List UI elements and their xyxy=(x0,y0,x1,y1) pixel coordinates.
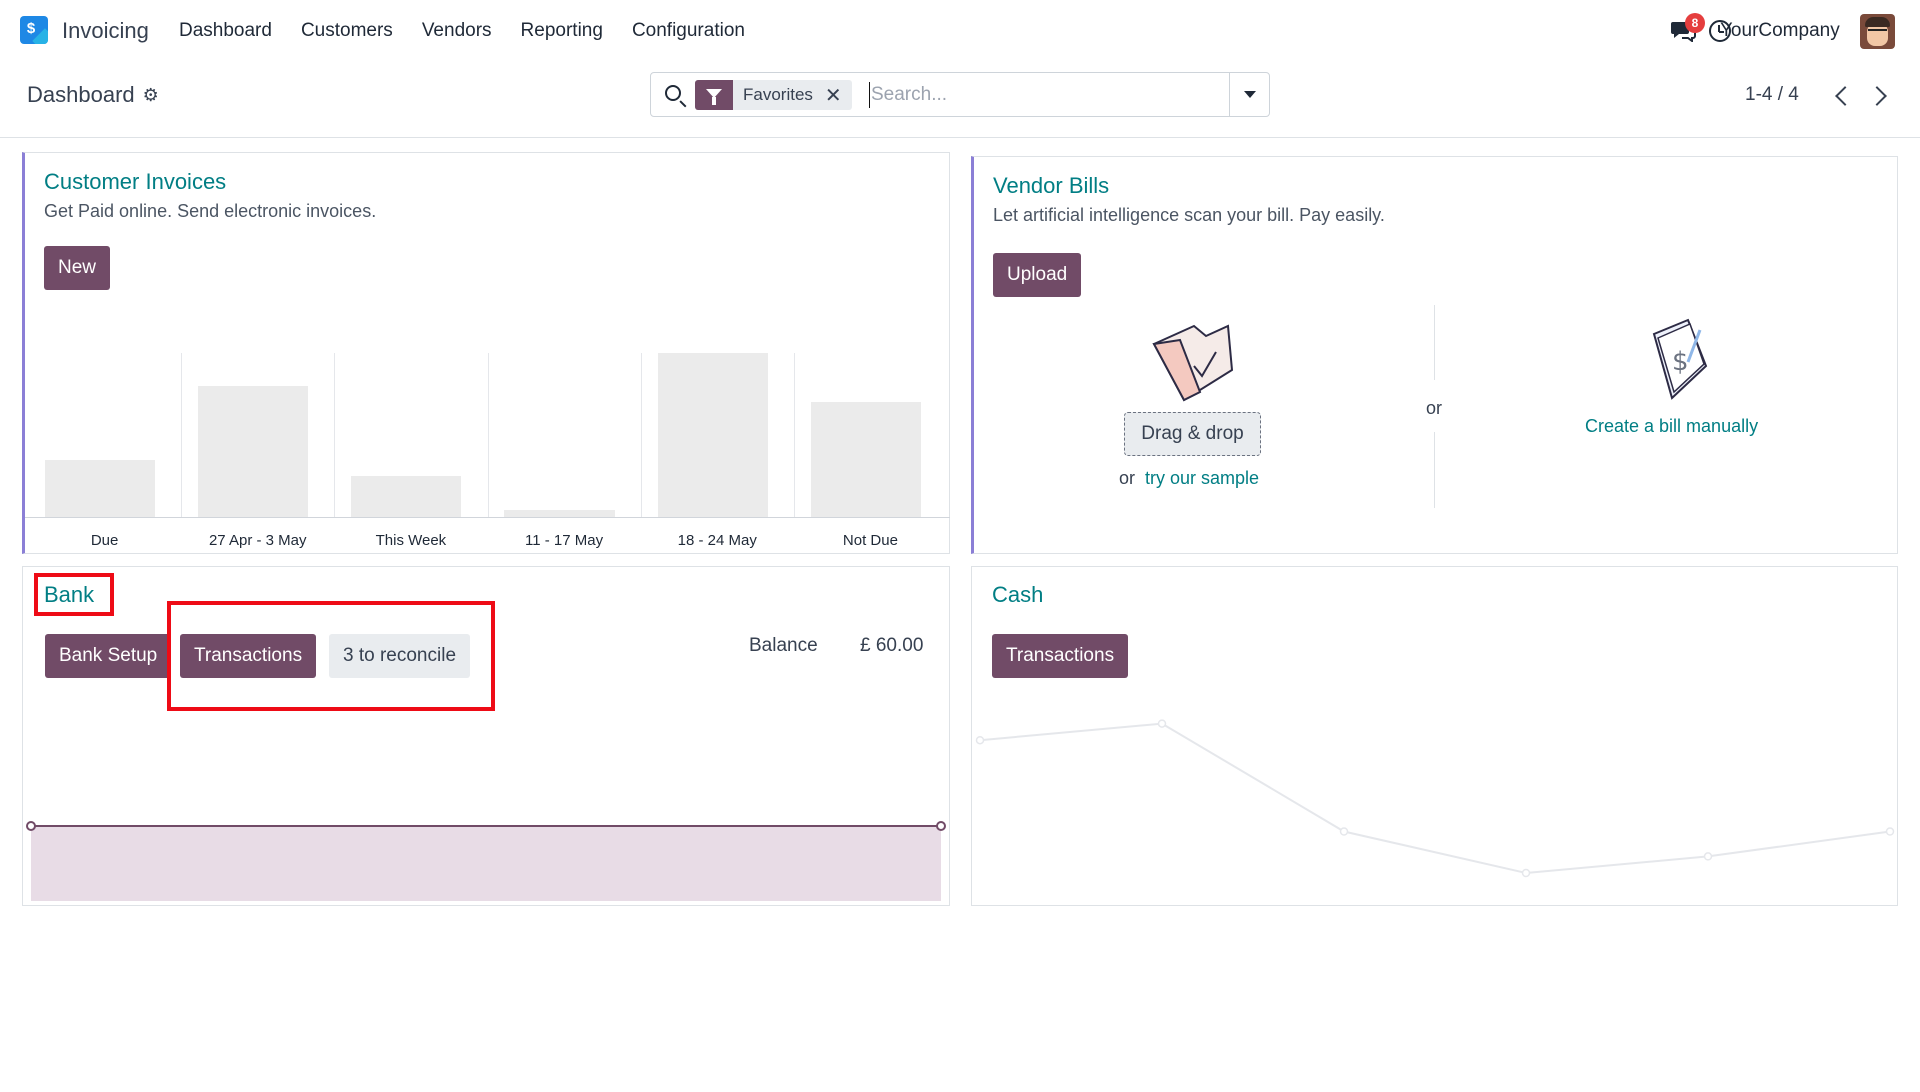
bank-balance-point[interactable] xyxy=(936,821,946,831)
invoices-bar-chart: Due 27 Apr - 3 May This Week 11 - 17 May 18 … xyxy=(25,353,950,555)
cash-series-line xyxy=(979,722,1891,875)
vendor-bills-subtitle: Let artificial intelligence scan your bi… xyxy=(993,205,1385,225)
chart-column-divider xyxy=(334,353,336,517)
facet-label: Favorites xyxy=(743,85,813,104)
cash-series-point[interactable] xyxy=(1521,868,1531,878)
chart-x-tick-label: 27 Apr - 3 May xyxy=(208,532,307,549)
chart-column-divider xyxy=(640,353,642,517)
menu-reporting[interactable]: Reporting xyxy=(521,20,603,42)
chart-x-tick-label: Due xyxy=(90,532,119,549)
cash-series-point[interactable] xyxy=(1703,852,1713,861)
search-bar: Favorites ✕ xyxy=(650,72,1270,117)
search-icon[interactable] xyxy=(665,85,681,101)
cash-line-graph xyxy=(975,719,1895,878)
bank-setup-button[interactable]: Bank Setup xyxy=(45,634,172,678)
cash-series-point[interactable] xyxy=(1885,827,1895,836)
chart-bar[interactable] xyxy=(351,476,462,517)
user-avatar[interactable] xyxy=(1860,14,1895,49)
upload-button[interactable]: Upload xyxy=(993,253,1082,297)
caret-down-icon xyxy=(1243,91,1256,98)
search-facet-favorites: Favorites ✕ xyxy=(695,80,852,110)
breadcrumb: Dashboard ⚙ xyxy=(27,82,159,108)
vendor-bills-title[interactable]: Vendor Bills xyxy=(993,173,1109,199)
main-menu: Dashboard Customers Vendors Reporting Co… xyxy=(179,20,745,42)
or-separator: or xyxy=(1426,398,1443,418)
chart-x-tick-label: 18 - 24 May xyxy=(677,532,757,549)
app-name[interactable]: Invoicing xyxy=(62,18,149,44)
vertical-divider-top xyxy=(1434,305,1435,380)
balance-label: Balance xyxy=(749,635,818,656)
facet-remove-icon[interactable]: ✕ xyxy=(825,83,852,108)
drag-drop-zone[interactable]: Drag & drop xyxy=(1124,412,1261,456)
highlight-box-bank-title xyxy=(34,573,114,616)
top-navbar: $ Invoicing Dashboard Customers Vendors … xyxy=(0,0,1920,62)
cash-series-point[interactable] xyxy=(1157,719,1167,728)
try-sample-link[interactable]: try our sample xyxy=(1145,468,1259,489)
highlight-box-bank-actions xyxy=(167,601,495,711)
cash-series-point[interactable] xyxy=(1339,827,1349,836)
search-options-toggle[interactable] xyxy=(1229,73,1269,116)
chart-baseline xyxy=(25,517,950,518)
cash-series-point[interactable] xyxy=(975,735,985,745)
menu-vendors[interactable]: Vendors xyxy=(422,20,492,42)
customer-invoices-subtitle: Get Paid online. Send electronic invoice… xyxy=(44,201,377,221)
bank-balance-graph xyxy=(26,821,946,901)
invoicing-app-icon[interactable]: $ xyxy=(20,16,48,44)
gear-icon[interactable]: ⚙ xyxy=(143,85,159,106)
chart-bar[interactable] xyxy=(657,353,768,517)
menu-customers[interactable]: Customers xyxy=(301,20,393,42)
chart-x-tick-label: 11 - 17 May xyxy=(525,532,604,549)
menu-dashboard[interactable]: Dashboard xyxy=(179,20,272,42)
filter-funnel-icon xyxy=(695,80,733,110)
search-input[interactable] xyxy=(869,82,1229,108)
pager-previous-icon[interactable] xyxy=(1835,86,1855,106)
chart-bar[interactable] xyxy=(810,402,921,517)
menu-configuration[interactable]: Configuration xyxy=(632,20,745,42)
pager-value[interactable]: 1-4 / 4 xyxy=(1745,84,1799,106)
chart-bar[interactable] xyxy=(44,459,156,517)
vertical-divider-bottom xyxy=(1434,432,1435,508)
cash-title[interactable]: Cash xyxy=(992,582,1043,608)
cash-transactions-button[interactable]: Transactions xyxy=(992,634,1129,678)
svg-text:$: $ xyxy=(1672,347,1689,377)
chart-column-divider xyxy=(487,353,489,517)
chart-bar[interactable] xyxy=(504,510,615,517)
control-panel: Dashboard ⚙ Favorites ✕ 1-4 / 4 xyxy=(0,62,1920,138)
chart-x-tick-label: Not Due xyxy=(842,532,898,549)
bank-balance-area xyxy=(31,826,941,901)
bank-balance-point[interactable] xyxy=(26,821,36,831)
chart-column-divider xyxy=(181,353,183,517)
bill-clipboard-illustration: $ xyxy=(1652,318,1708,400)
cash-card: Cash Transactions xyxy=(971,566,1898,906)
balance-value: £ 60.00 xyxy=(860,635,924,656)
chart-x-tick-label: This Week xyxy=(375,532,447,549)
customer-invoices-title[interactable]: Customer Invoices xyxy=(44,169,226,195)
customer-invoices-card: Customer Invoices Get Paid online. Send … xyxy=(22,152,950,554)
folder-upload-illustration xyxy=(1152,324,1234,402)
chart-column-divider xyxy=(793,353,795,517)
new-invoice-button[interactable]: New xyxy=(44,246,111,290)
chart-bar[interactable] xyxy=(198,385,309,517)
or-prefix: or xyxy=(1119,468,1136,488)
pager-next-icon[interactable] xyxy=(1867,86,1887,106)
page-title: Dashboard xyxy=(27,82,135,107)
notification-badge: 8 xyxy=(1685,13,1705,33)
create-bill-manually-link[interactable]: Create a bill manually xyxy=(1585,416,1758,437)
